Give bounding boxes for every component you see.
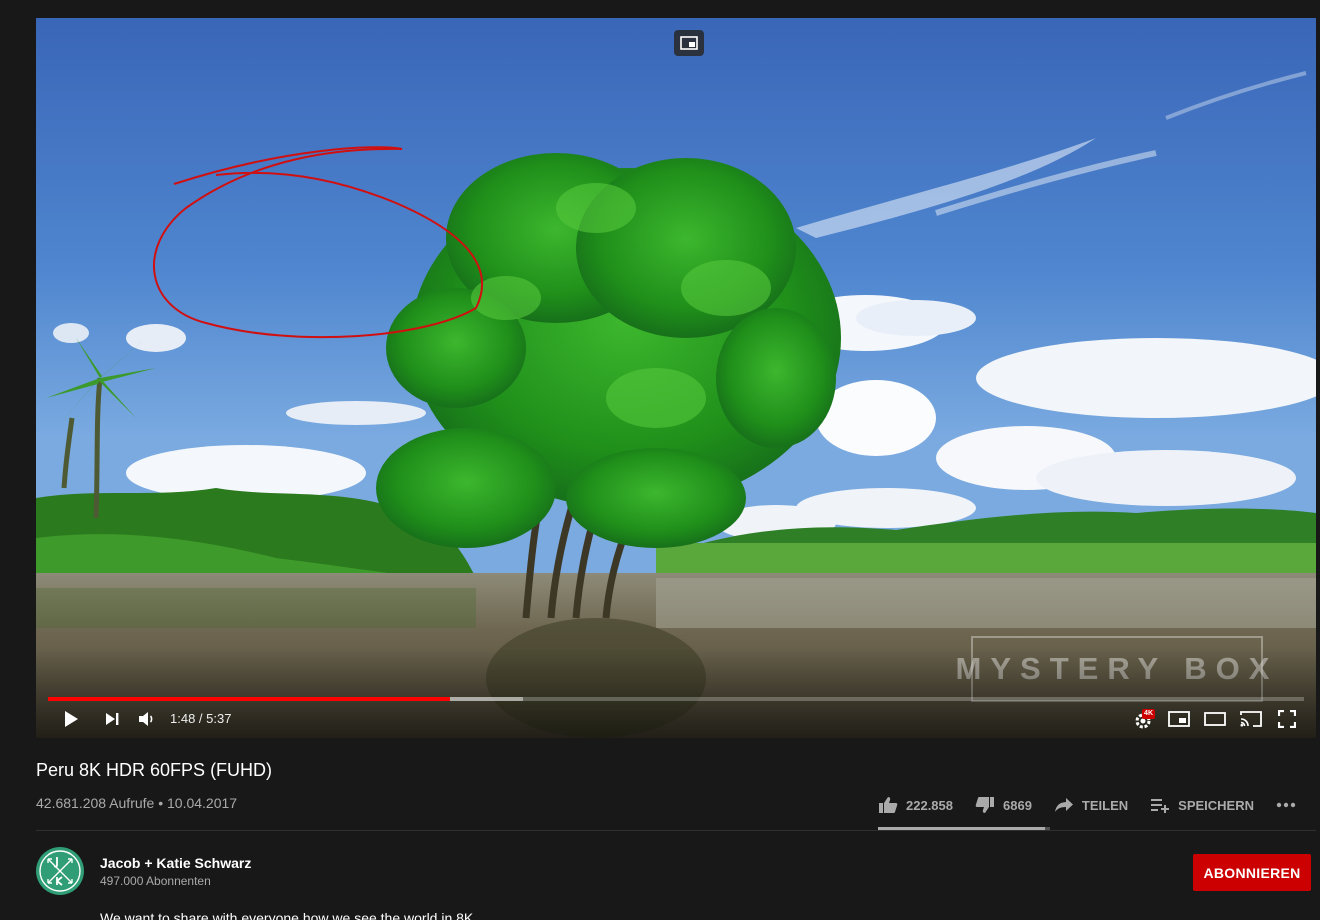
subscriber-count: 497.000 Abonnenten (100, 874, 211, 888)
like-button[interactable]: 222.858 (878, 796, 953, 814)
fullscreen-button[interactable] (1274, 706, 1300, 732)
divider (36, 830, 1316, 831)
theater-icon (1204, 712, 1226, 726)
play-icon (65, 711, 78, 727)
miniplayer-icon[interactable] (674, 30, 704, 56)
progress-played (48, 697, 450, 701)
theater-mode-button[interactable] (1202, 706, 1228, 732)
video-description: We want to share with everyone how we se… (100, 910, 474, 920)
video-actions: 222.858 6869 TEILEN SPEICHERN (878, 790, 1296, 820)
settings-button[interactable]: 4K (1130, 706, 1156, 732)
video-player[interactable]: MYSTERY BOX 1:48 / 5:37 (36, 18, 1316, 738)
cast-button[interactable] (1238, 706, 1264, 732)
next-icon (106, 713, 119, 725)
more-actions-button[interactable] (1276, 802, 1296, 808)
more-icon (1276, 802, 1296, 808)
like-count: 222.858 (906, 797, 953, 813)
dislike-button[interactable]: 6869 (975, 796, 1032, 814)
progress-bar[interactable] (48, 697, 1304, 701)
fullscreen-icon (1278, 710, 1296, 728)
volume-icon (139, 712, 153, 726)
save-label: SPEICHERN (1178, 797, 1255, 813)
video-frame (36, 18, 1316, 738)
save-icon (1151, 799, 1170, 813)
miniplayer-icon (1168, 711, 1190, 727)
video-title: Peru 8K HDR 60FPS (FUHD) (36, 760, 273, 780)
video-meta: 42.681.208 Aufrufe • 10.04.2017 (36, 795, 238, 811)
share-button[interactable]: TEILEN (1054, 797, 1128, 813)
thumb-down-icon (975, 797, 994, 813)
channel-logo-icon (39, 850, 81, 892)
share-label: TEILEN (1081, 797, 1129, 813)
time-display: 1:48 / 5:37 (170, 711, 232, 726)
avatar[interactable] (36, 847, 84, 895)
channel-name[interactable]: Jacob + Katie Schwarz (100, 855, 251, 871)
quality-badge: 4K (1142, 709, 1155, 719)
save-button[interactable]: SPEICHERN (1150, 797, 1254, 813)
subscribe-button[interactable]: ABONNIEREN (1193, 854, 1311, 891)
dislike-count: 6869 (1003, 797, 1032, 813)
play-button[interactable] (60, 706, 82, 732)
next-button[interactable] (102, 706, 122, 732)
volume-button[interactable] (136, 706, 158, 732)
cast-icon (1240, 711, 1262, 727)
miniplayer-button[interactable] (1166, 706, 1192, 732)
watch-page: MYSTERY BOX 1:48 / 5:37 (0, 0, 1320, 920)
share-icon (1054, 798, 1073, 812)
thumb-up-icon (879, 797, 898, 813)
